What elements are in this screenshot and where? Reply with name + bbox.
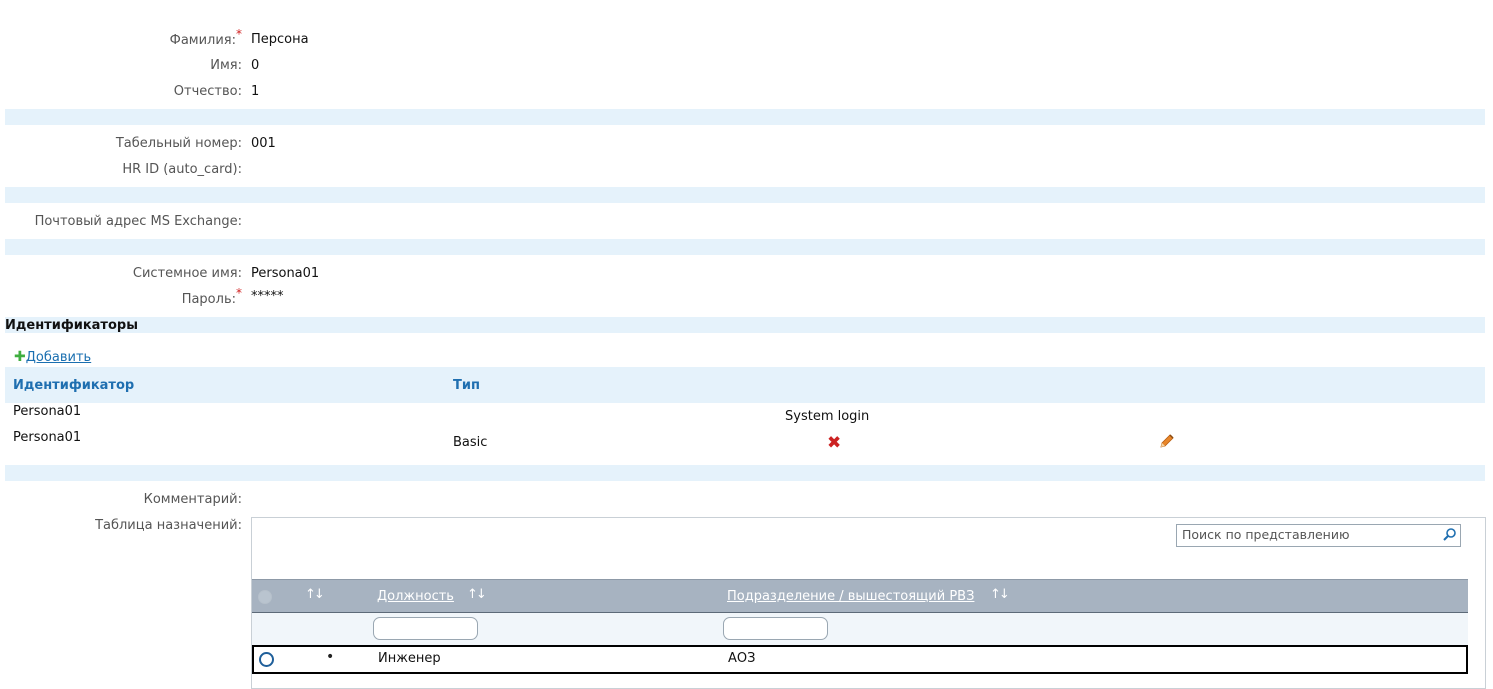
identifiers-band: [5, 317, 1485, 333]
system-name-value: Persona01: [251, 266, 320, 281]
identifier-cell: Persona01: [13, 404, 82, 419]
add-identifier-link[interactable]: Добавить: [26, 350, 91, 365]
identifiers-table-header: Идентификатор Тип: [5, 367, 1485, 403]
sort-icon[interactable]: ↑↓: [467, 587, 487, 602]
system-name-label: Системное имя:: [132, 266, 242, 281]
position-cell: Инженер: [378, 651, 441, 666]
section-divider: [5, 187, 1485, 203]
add-identifier-button[interactable]: ✚Добавить: [14, 349, 91, 366]
select-all-radio[interactable]: [258, 590, 272, 604]
close-icon[interactable]: ✖: [827, 434, 841, 452]
last-name-value: Персона: [251, 32, 309, 47]
search-field: [1176, 524, 1461, 547]
grid-filter-row: [252, 613, 1468, 646]
identifiers-section-title: Идентификаторы: [5, 318, 138, 333]
table-row[interactable]: • Инженер АОЗ: [252, 645, 1468, 674]
column-header-identifier: Идентификатор: [13, 378, 135, 393]
assignments-table-label: Таблица назначений:: [95, 518, 242, 533]
sort-icon[interactable]: ↑↓: [305, 587, 325, 602]
section-divider: [5, 109, 1485, 125]
section-divider: [5, 239, 1485, 255]
tab-number-label: Табельный номер:: [115, 136, 242, 151]
middle-name-label: Отчество:: [173, 84, 242, 99]
column-header-position[interactable]: Должность: [377, 589, 454, 605]
search-icon[interactable]: [1442, 527, 1457, 546]
section-divider: [5, 465, 1485, 481]
row-marker: •: [326, 649, 335, 665]
assignments-grid: ↑↓ Должность ↑↓ Подразделение / вышестоя…: [251, 517, 1486, 689]
column-header-type: Тип: [453, 378, 480, 393]
required-mark: *: [236, 286, 242, 300]
password-value: *****: [251, 289, 284, 304]
row-select-radio[interactable]: [259, 652, 274, 667]
column-header-department[interactable]: Подразделение / вышестоящий РВЗ: [727, 589, 974, 605]
hr-id-label: HR ID (auto_card):: [122, 162, 242, 177]
identifier-cell: Persona01: [13, 430, 82, 445]
search-input[interactable]: [1177, 525, 1434, 544]
position-filter-input[interactable]: [373, 617, 478, 640]
password-label: Пароль:*: [181, 286, 242, 307]
first-name-label: Имя:: [210, 58, 242, 73]
last-name-label: Фамилия:*: [169, 27, 242, 48]
pencil-icon[interactable]: [1158, 432, 1176, 454]
first-name-value: 0: [251, 58, 260, 73]
identifier-type-cell: Basic: [453, 435, 488, 450]
comment-label: Комментарий:: [143, 492, 242, 507]
middle-name-value: 1: [251, 84, 260, 99]
grid-header-row: ↑↓ Должность ↑↓ Подразделение / вышестоя…: [252, 579, 1468, 613]
exchange-address-label: Почтовый адрес MS Exchange:: [34, 214, 242, 229]
tab-number-value: 001: [251, 136, 276, 151]
plus-icon: ✚: [14, 349, 26, 365]
sort-icon[interactable]: ↑↓: [990, 587, 1010, 602]
identifier-extra-cell: System login: [785, 409, 870, 424]
required-mark: *: [236, 27, 242, 41]
department-filter-input[interactable]: [723, 617, 828, 640]
department-cell: АОЗ: [728, 651, 756, 666]
